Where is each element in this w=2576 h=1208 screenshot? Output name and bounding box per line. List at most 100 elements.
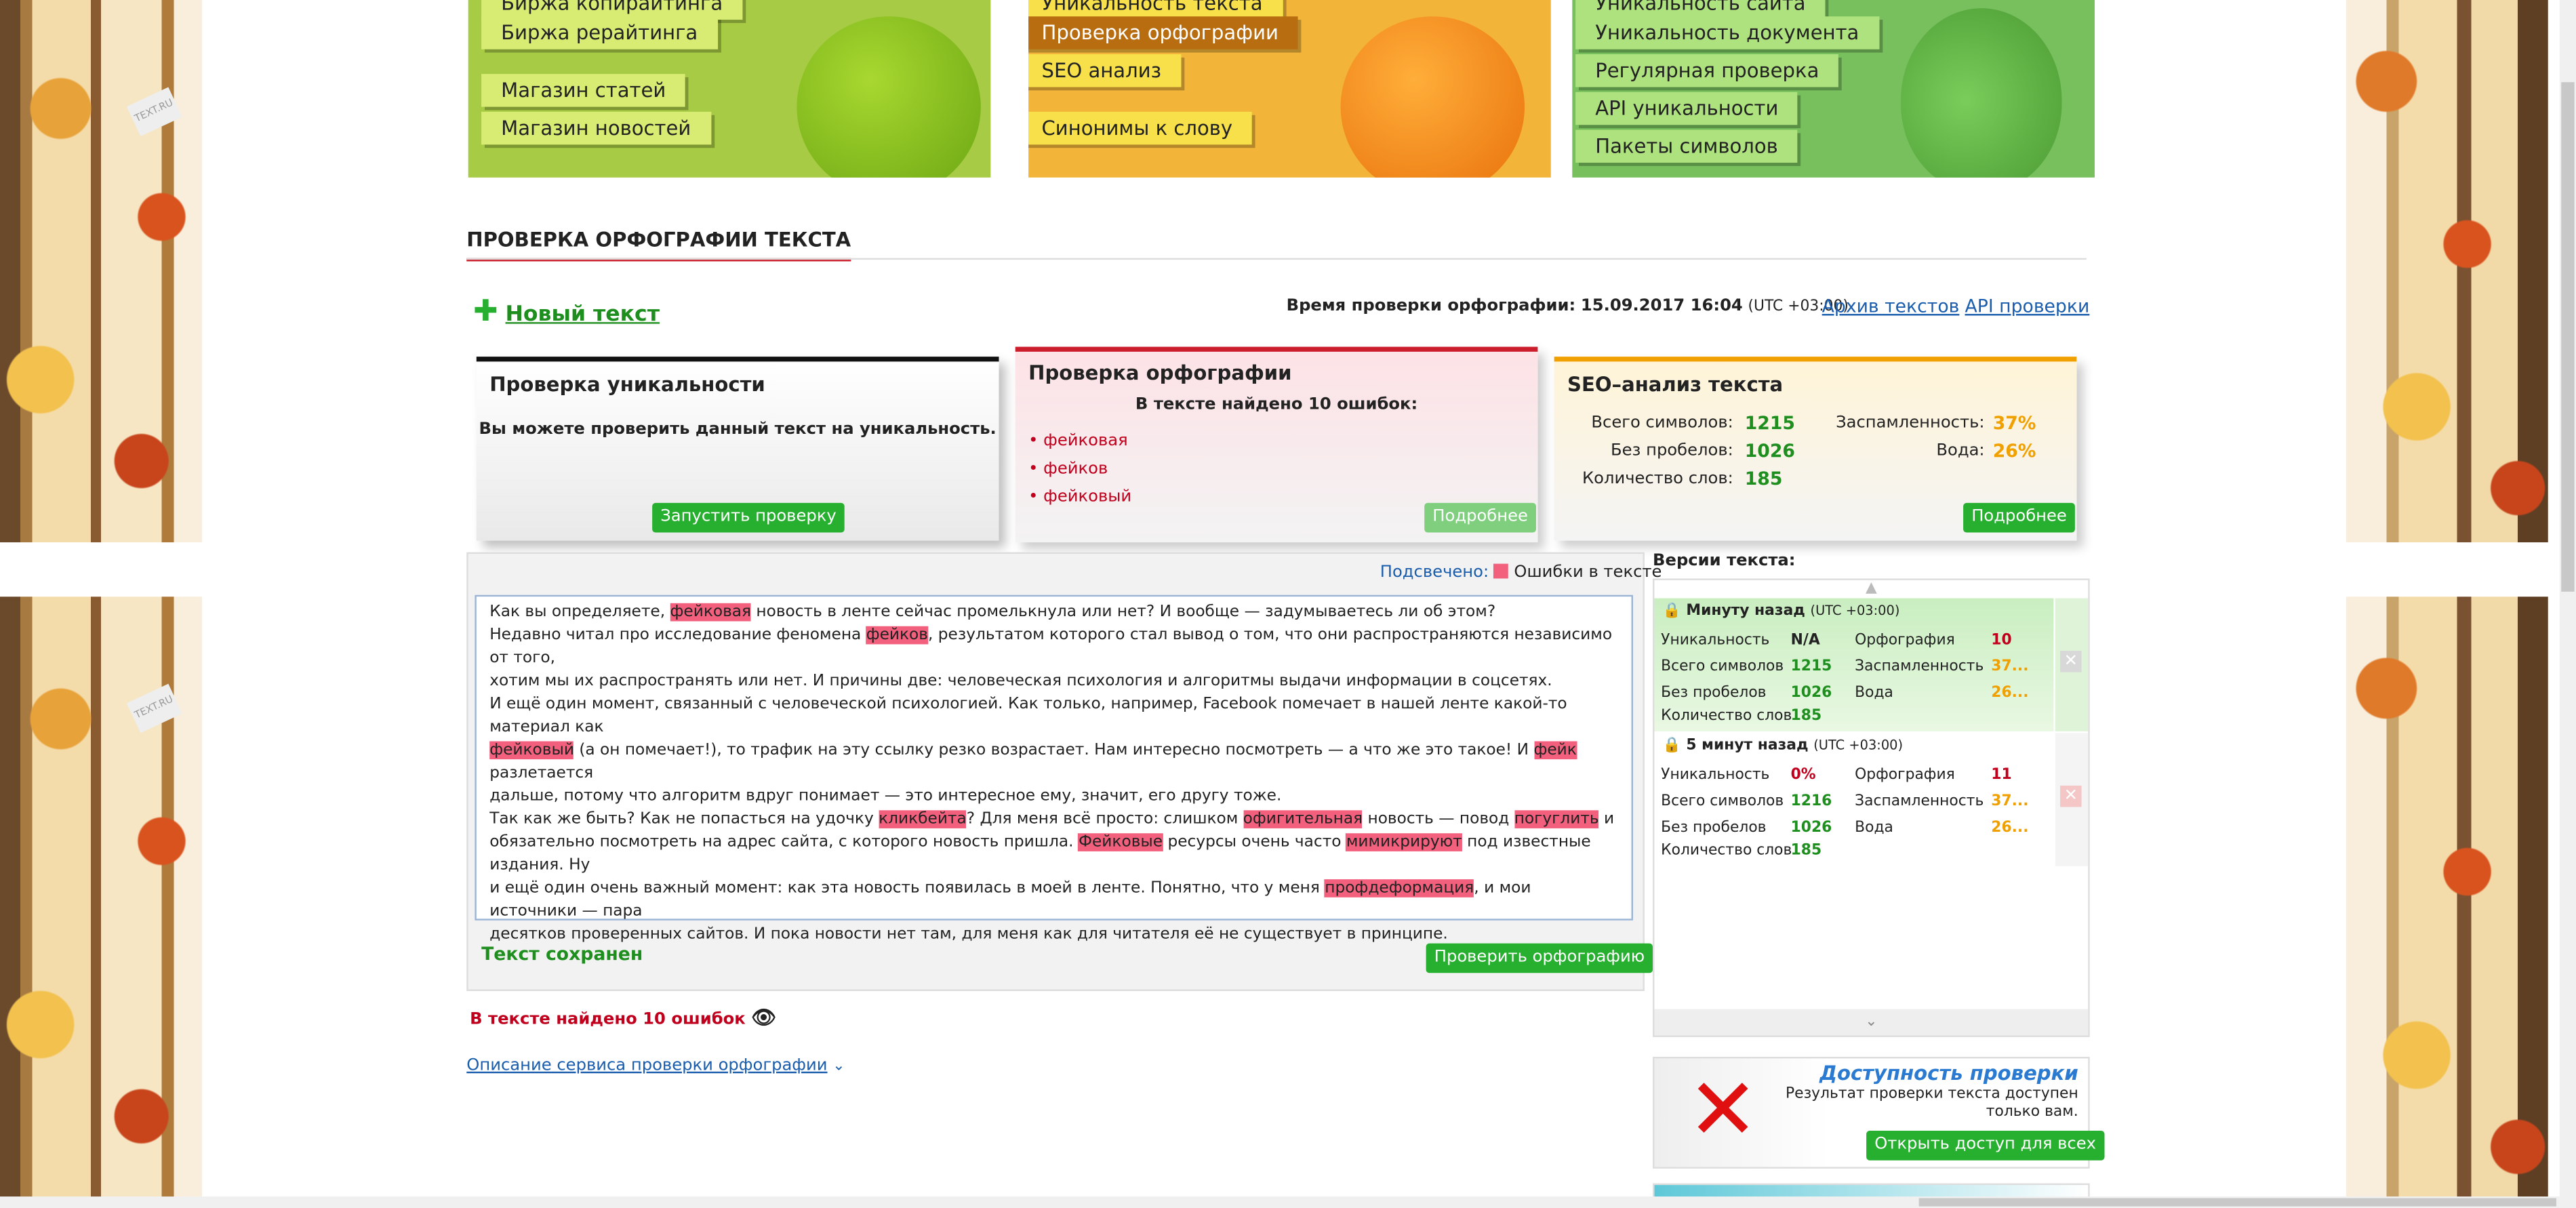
error-highlight[interactable]: фейков xyxy=(866,626,929,645)
version-words-label: Количество слов xyxy=(1661,708,1792,725)
version-total-label: Всего символов xyxy=(1661,794,1784,811)
error-highlight[interactable]: профдеформация xyxy=(1325,879,1474,898)
error-highlight[interactable]: кликбейта xyxy=(879,810,967,828)
page-scrollbar-thumb[interactable] xyxy=(2561,82,2575,592)
version-total-value: 1215 xyxy=(1790,659,1832,676)
version-unique-value: 0% xyxy=(1790,767,1816,784)
open-access-button[interactable]: Открыть доступ для всех xyxy=(1866,1131,2105,1161)
delete-version-icon[interactable]: ✕ xyxy=(2060,785,2082,807)
errors-found-text: В тексте найдено 10 ошибок xyxy=(470,1011,746,1029)
check-time-label: Время проверки орфографии: xyxy=(1286,297,1576,316)
title-divider xyxy=(466,258,2087,260)
version-spell-value: 10 xyxy=(1991,632,2012,649)
spelling-details-button[interactable]: Подробнее xyxy=(1424,502,1537,533)
horizontal-scrollbar-thumb[interactable] xyxy=(1918,1198,2556,1207)
api-link[interactable]: API проверки xyxy=(1965,296,2090,317)
text-segment: ? Для меня всё просто: слишком xyxy=(966,810,1243,828)
error-highlight[interactable]: фейковый xyxy=(489,741,574,760)
menu-spell-check[interactable]: Проверка орфографии xyxy=(1028,16,1298,49)
version-unique-value: N/A xyxy=(1790,632,1820,649)
version-words-label: Количество слов xyxy=(1661,843,1792,860)
error-highlight[interactable]: мимикрируют xyxy=(1346,833,1462,851)
version-item[interactable]: 🔒 5 минут назад (UTC +03:00) Уникальност… xyxy=(1654,733,2054,866)
version-spell-label: Орфография xyxy=(1855,632,1955,649)
version-unique-label: Уникальность xyxy=(1661,767,1770,784)
version-time: 🔒 5 минут назад (UTC +03:00) xyxy=(1662,738,1904,754)
seo-total-label: Всего символов: xyxy=(1591,414,1733,432)
version-words-value: 185 xyxy=(1790,843,1822,860)
delete-version-icon[interactable]: ✕ xyxy=(2060,651,2082,672)
menu-seo-analysis[interactable]: SEO анализ xyxy=(1028,54,1182,87)
error-highlight[interactable]: Фейковые xyxy=(1079,833,1163,851)
versions-panel: ▲ 🔒 Минуту назад (UTC +03:00) Уникальнос… xyxy=(1653,578,2090,1037)
version-spam-value: 37... xyxy=(1991,659,2029,676)
version-delete-cell: ✕ xyxy=(2055,598,2089,731)
description-link[interactable]: Описание сервиса проверки орфографии ⌄ xyxy=(466,1057,845,1075)
menu-synonyms[interactable]: Синонимы к слову xyxy=(1028,111,1253,145)
version-nospace-label: Без пробелов xyxy=(1661,685,1767,702)
menu-article-shop[interactable]: Магазин статей xyxy=(481,74,686,107)
text-segment: новость в ленте сейчас промелькнула или … xyxy=(751,603,1496,622)
version-water-value: 26... xyxy=(1991,820,2029,837)
access-title: Доступность проверки xyxy=(1819,1062,2078,1085)
menu-api-uniqueness[interactable]: API уникальности xyxy=(1575,92,1798,125)
versions-title: Версии текста: xyxy=(1653,552,1796,571)
card-seo: SEO–анализ текста Всего символов: 1215 Б… xyxy=(1554,357,2077,541)
version-item[interactable]: 🔒 Минуту назад (UTC +03:00) Уникальность… xyxy=(1654,598,2054,731)
error-highlight[interactable]: погуглить xyxy=(1514,810,1599,828)
seo-details-button[interactable]: Подробнее xyxy=(1963,502,2075,533)
text-segment: И ещё один момент, связанный с человечес… xyxy=(489,695,1567,737)
text-segment: (а он помечает!), то трафик на эту ссылк… xyxy=(573,741,1534,760)
version-nospace-value: 1026 xyxy=(1790,820,1832,837)
menu-news-shop[interactable]: Магазин новостей xyxy=(481,111,711,145)
autumn-decoration-right-bottom xyxy=(2346,597,2548,1208)
menu-symbol-packs[interactable]: Пакеты символов xyxy=(1575,129,1798,163)
seo-water-value: 26% xyxy=(1992,440,2036,462)
seo-nospace-label: Без пробелов: xyxy=(1610,442,1733,460)
page-scrollbar[interactable] xyxy=(2559,0,2576,1208)
scroll-down-icon[interactable]: ⌄ xyxy=(1654,1009,2089,1036)
menu-document-uniqueness[interactable]: Уникальность документа xyxy=(1575,16,1879,49)
text-line: хотим мы их распространять или нет. И пр… xyxy=(489,670,1618,693)
version-spam-label: Заспамленность xyxy=(1855,659,1984,676)
autumn-decoration-right-top xyxy=(2346,0,2548,543)
error-item[interactable]: • фейковая xyxy=(1028,432,1128,451)
version-spell-value: 11 xyxy=(1991,767,2012,784)
check-spelling-button[interactable]: Проверить орфографию xyxy=(1426,943,1653,973)
horizontal-scrollbar[interactable] xyxy=(0,1196,2560,1208)
menu-rewriting[interactable]: Биржа рерайтинга xyxy=(481,16,718,49)
error-highlight[interactable]: офигительная xyxy=(1243,810,1363,828)
text-segment: Как вы определяете, xyxy=(489,603,670,622)
error-highlight[interactable]: фейковая xyxy=(670,603,751,622)
version-water-value: 26... xyxy=(1991,685,2029,702)
text-segment: Так как же быть? Как не попасться на удо… xyxy=(489,810,879,828)
card-spelling: Проверка орфографии В тексте найдено 10 … xyxy=(1015,346,1538,543)
text-line: Недавно читал про исследование феномена … xyxy=(489,624,1618,670)
text-segment: ресурсы очень часто xyxy=(1163,833,1346,851)
errors-found: В тексте найдено 10 ошибок 👁 xyxy=(470,1006,776,1029)
version-unique-label: Уникальность xyxy=(1661,632,1770,649)
text-segment: десятков проверенных сайтов. И пока ново… xyxy=(489,925,1448,944)
access-text2: только вам. xyxy=(1986,1104,2078,1121)
error-item[interactable]: • фейковый xyxy=(1028,488,1131,506)
error-highlight[interactable]: фейк xyxy=(1533,741,1577,760)
description-link-label[interactable]: Описание сервиса проверки орфографии xyxy=(466,1057,827,1075)
new-text-label[interactable]: Новый текст xyxy=(506,302,660,327)
text-segment: новость — повод xyxy=(1363,810,1514,828)
seo-spam-label: Заспамленность: xyxy=(1836,414,1985,432)
text-line: дальше, потому что алгоритм вдруг понима… xyxy=(489,786,1618,809)
menu-regular-check[interactable]: Регулярная проверка xyxy=(1575,54,1839,87)
eye-icon[interactable]: 👁 xyxy=(751,1006,776,1029)
start-check-button[interactable]: Запустить проверку xyxy=(652,502,845,533)
seo-spam-value: 37% xyxy=(1992,412,2036,435)
text-editor[interactable]: Как вы определяете, фейковая новость в л… xyxy=(475,595,1633,944)
version-time: 🔒 Минуту назад (UTC +03:00) xyxy=(1662,603,1900,620)
archive-link[interactable]: Архив текстов xyxy=(1822,296,1960,317)
plus-icon: ✚ xyxy=(472,294,498,329)
cross-icon: ✕ xyxy=(1687,1062,1759,1161)
new-text-link[interactable]: ✚ Новый текст xyxy=(473,297,660,327)
version-nospace-value: 1026 xyxy=(1790,685,1832,702)
scroll-up-icon[interactable]: ▲ xyxy=(1654,580,2088,597)
text-segment: и ещё один очень важный момент: как эта … xyxy=(489,879,1325,898)
error-item[interactable]: • фейков xyxy=(1028,460,1108,479)
